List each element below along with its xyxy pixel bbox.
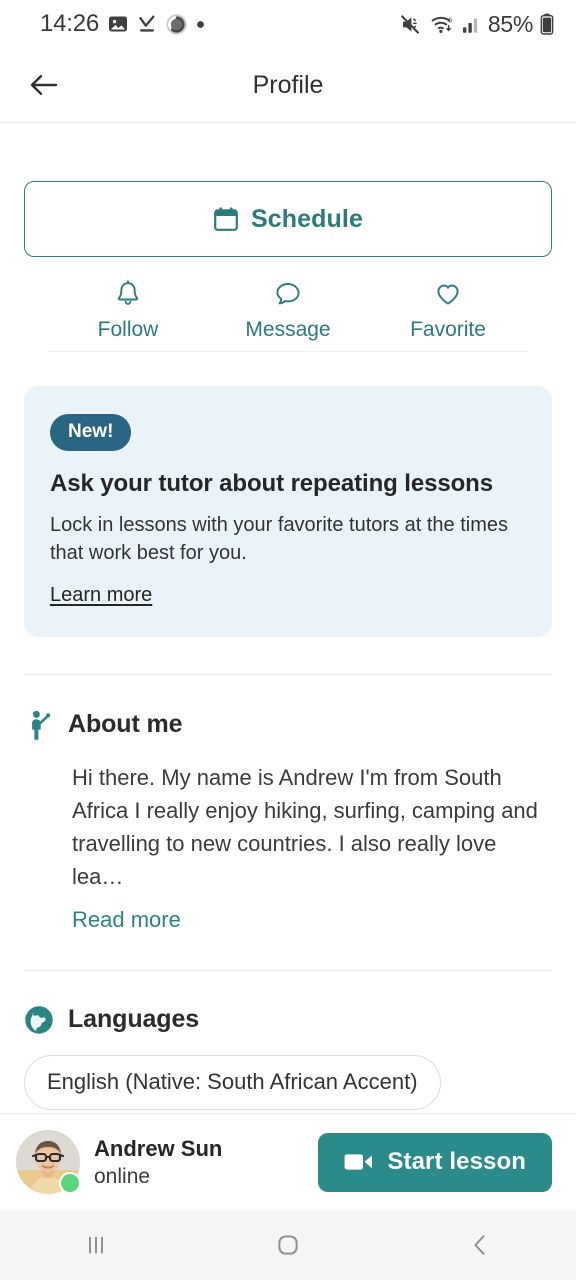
status-bar-clock: 14:26 — [40, 10, 100, 37]
bell-icon — [113, 279, 143, 309]
learn-more-link[interactable]: Learn more — [50, 584, 152, 607]
photo-icon — [108, 14, 128, 34]
tutor-info: Andrew Sun online — [94, 1136, 222, 1189]
promo-title: Ask your tutor about repeating lessons — [50, 470, 493, 497]
recent-apps-icon — [83, 1232, 109, 1258]
globe-icon — [24, 1005, 54, 1035]
follow-label: Follow — [97, 318, 159, 341]
battery-icon — [540, 13, 554, 35]
start-lesson-button[interactable]: Start lesson — [318, 1132, 552, 1192]
heart-icon — [433, 279, 463, 309]
bottom-action-bar: Andrew Sun online Start lesson — [0, 1113, 576, 1210]
languages-title: Languages — [68, 1005, 200, 1034]
video-camera-icon — [344, 1151, 374, 1173]
back-nav-button[interactable] — [384, 1231, 576, 1259]
tutor-status: online — [94, 1164, 151, 1188]
home-button[interactable] — [192, 1231, 384, 1259]
languages-section: Languages English (Native: South African… — [0, 971, 576, 1110]
home-icon — [274, 1231, 302, 1259]
about-me-text: Hi there. My name is Andrew I'm from Sou… — [72, 764, 538, 889]
svg-text:6: 6 — [448, 15, 452, 24]
read-more-link[interactable]: Read more — [72, 907, 181, 933]
status-bar-left: 14:26 — [40, 10, 205, 38]
favorite-action[interactable]: Favorite — [368, 279, 528, 342]
avatar[interactable] — [16, 1130, 81, 1194]
app-bar: Profile — [0, 48, 576, 123]
page-title: Profile — [252, 70, 324, 99]
online-status-dot — [59, 1172, 81, 1194]
calendar-icon — [213, 206, 239, 232]
follow-action[interactable]: Follow — [48, 279, 208, 342]
back-chevron-icon — [467, 1231, 493, 1259]
promo-card: New! Ask your tutor about repeating less… — [24, 386, 552, 637]
action-row: Follow Message Favorite — [48, 279, 528, 352]
promo-section: New! Ask your tutor about repeating less… — [0, 352, 576, 637]
phone-screen: 14:26 6 85% Profile Schedule Follow Mess… — [0, 0, 576, 1280]
person-waving-icon — [24, 709, 54, 741]
back-button[interactable] — [22, 63, 66, 107]
start-lesson-label: Start lesson — [387, 1148, 526, 1175]
wifi-icon: 6 — [431, 14, 455, 35]
favorite-label: Favorite — [410, 318, 486, 341]
battery-percent-label: 85% — [487, 10, 533, 37]
status-bar: 14:26 6 85% — [0, 0, 576, 48]
chat-bubble-icon — [273, 279, 303, 309]
about-me-header: About me — [24, 709, 552, 741]
status-badge: New! — [50, 414, 132, 451]
message-label: Message — [245, 318, 331, 341]
cellular-signal-icon — [462, 14, 481, 34]
arrow-left-icon — [29, 72, 59, 98]
download-done-icon — [137, 14, 157, 34]
schedule-button[interactable]: Schedule — [24, 181, 552, 257]
about-me-section: About me Hi there. My name is Andrew I'm… — [0, 675, 576, 933]
dot-icon — [196, 20, 205, 29]
tutor-name: Andrew Sun — [94, 1135, 223, 1161]
message-action[interactable]: Message — [208, 279, 368, 342]
promo-body: Lock in lessons with your favorite tutor… — [50, 514, 508, 565]
schedule-section: Schedule — [0, 123, 576, 257]
recent-apps-button[interactable] — [0, 1232, 192, 1258]
progress-circle-icon — [166, 13, 187, 35]
schedule-button-label: Schedule — [251, 204, 363, 233]
status-bar-right: 6 85% — [401, 11, 554, 38]
profile-content: Schedule Follow Message Favorite New! As… — [0, 123, 576, 1113]
android-nav-bar — [0, 1210, 576, 1280]
mute-icon — [401, 14, 424, 35]
language-chip-list: English (Native: South African Accent) — [24, 1054, 552, 1110]
languages-header: Languages — [24, 1005, 552, 1035]
about-me-title: About me — [68, 710, 183, 739]
language-chip[interactable]: English (Native: South African Accent) — [24, 1054, 441, 1110]
